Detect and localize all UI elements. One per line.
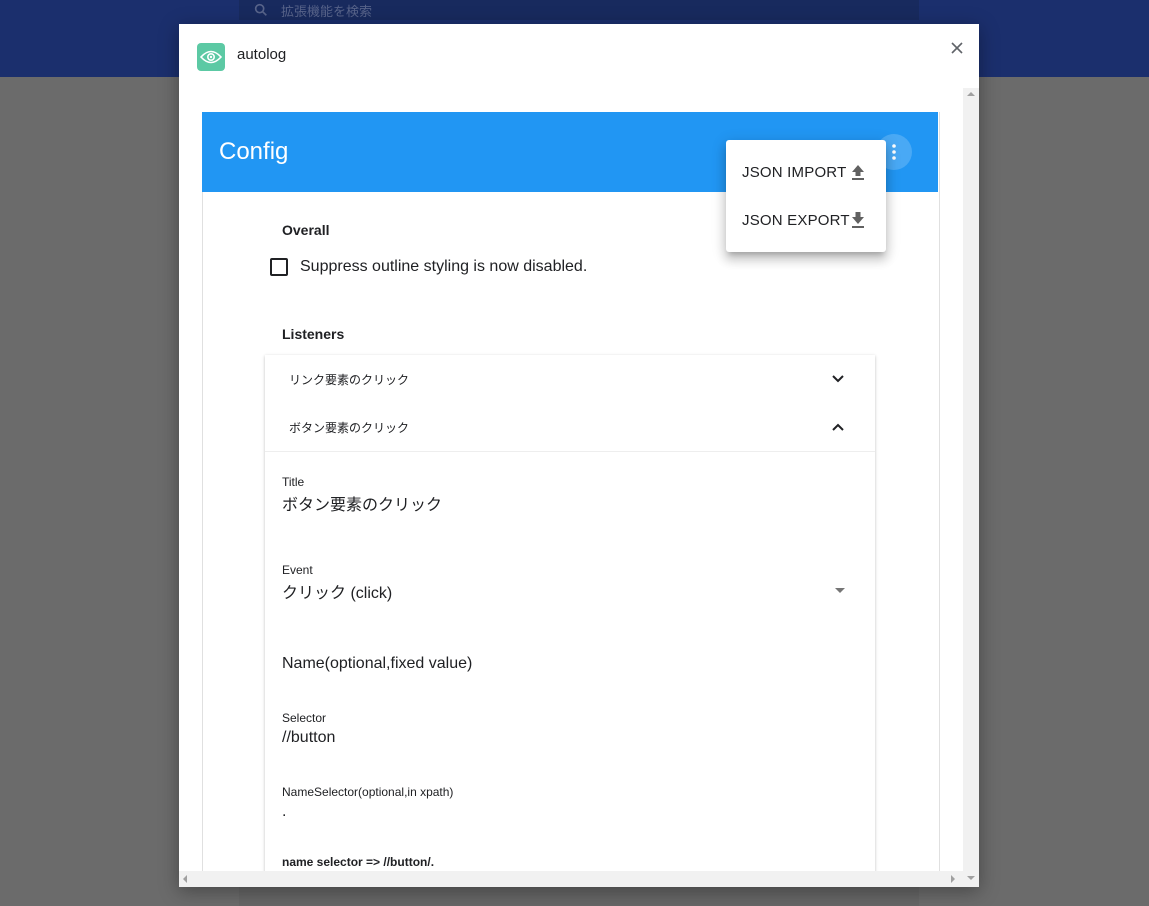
background-search-bar: 拡張機能を検索 — [239, 0, 919, 20]
title-field-input[interactable]: ボタン要素のクリック — [282, 491, 442, 515]
selector-field-input[interactable]: //button — [282, 729, 335, 747]
panel-divider — [265, 451, 875, 452]
name-selector-hint: name selector => //button/. — [282, 855, 435, 869]
name-selector-field-label: NameSelector(optional,in xpath) — [282, 785, 454, 799]
upload-icon — [852, 165, 864, 180]
listener-panel-title: ボタン要素のクリック — [289, 420, 410, 435]
event-field-label: Event — [282, 563, 313, 577]
json-import-menu-item[interactable]: JSON IMPORT — [726, 148, 886, 196]
more-vert-icon — [892, 144, 896, 160]
vertical-scrollbar[interactable] — [963, 88, 979, 887]
title-field-label: Title — [282, 475, 305, 489]
search-placeholder: 拡張機能を検索 — [281, 3, 373, 19]
scroll-up-icon[interactable] — [967, 92, 975, 96]
overall-section-label: Overall — [282, 222, 330, 238]
scroll-right-icon[interactable] — [951, 875, 955, 883]
event-select[interactable]: クリック (click) — [282, 579, 392, 603]
listener-panel-title: リンク要素のクリック — [289, 372, 410, 387]
name-selector-field-input[interactable]: . — [282, 803, 286, 821]
selector-field-label: Selector — [282, 711, 327, 725]
scroll-left-icon[interactable] — [183, 875, 187, 883]
suppress-outline-checkbox-row[interactable]: Suppress outline styling is now disabled… — [270, 258, 587, 276]
suppress-outline-label: Suppress outline styling is now disabled… — [300, 258, 588, 275]
listeners-section-label: Listeners — [282, 326, 345, 342]
scroll-down-icon[interactable] — [967, 876, 975, 880]
json-import-label: JSON IMPORT — [742, 163, 847, 181]
listener-panels: リンク要素のクリック ボタン要素のクリック Title ボタン要素のクリック E… — [265, 355, 875, 871]
name-field-input[interactable]: Name(optional,fixed value) — [282, 655, 472, 673]
config-title: Config — [219, 138, 289, 165]
dropdown-arrow-icon[interactable] — [835, 588, 845, 593]
json-export-menu-item[interactable]: JSON EXPORT — [726, 196, 886, 244]
dialog-header: autolog — [179, 24, 979, 88]
config-overflow-menu: JSON IMPORT JSON EXPORT — [726, 140, 886, 252]
suppress-outline-checkbox[interactable] — [270, 258, 288, 276]
extension-name: autolog — [237, 46, 287, 63]
chevron-up-icon — [832, 423, 844, 431]
json-export-label: JSON EXPORT — [742, 211, 850, 229]
close-button[interactable] — [945, 36, 969, 60]
listener-panel-header-link[interactable]: リンク要素のクリック — [265, 355, 875, 403]
horizontal-scrollbar[interactable] — [179, 871, 963, 887]
search-icon — [254, 3, 267, 16]
close-icon — [951, 42, 963, 54]
eye-icon — [197, 43, 225, 71]
listener-panel-header-button[interactable]: ボタン要素のクリック — [265, 403, 875, 451]
chevron-down-icon — [832, 375, 844, 383]
download-icon — [852, 212, 864, 228]
